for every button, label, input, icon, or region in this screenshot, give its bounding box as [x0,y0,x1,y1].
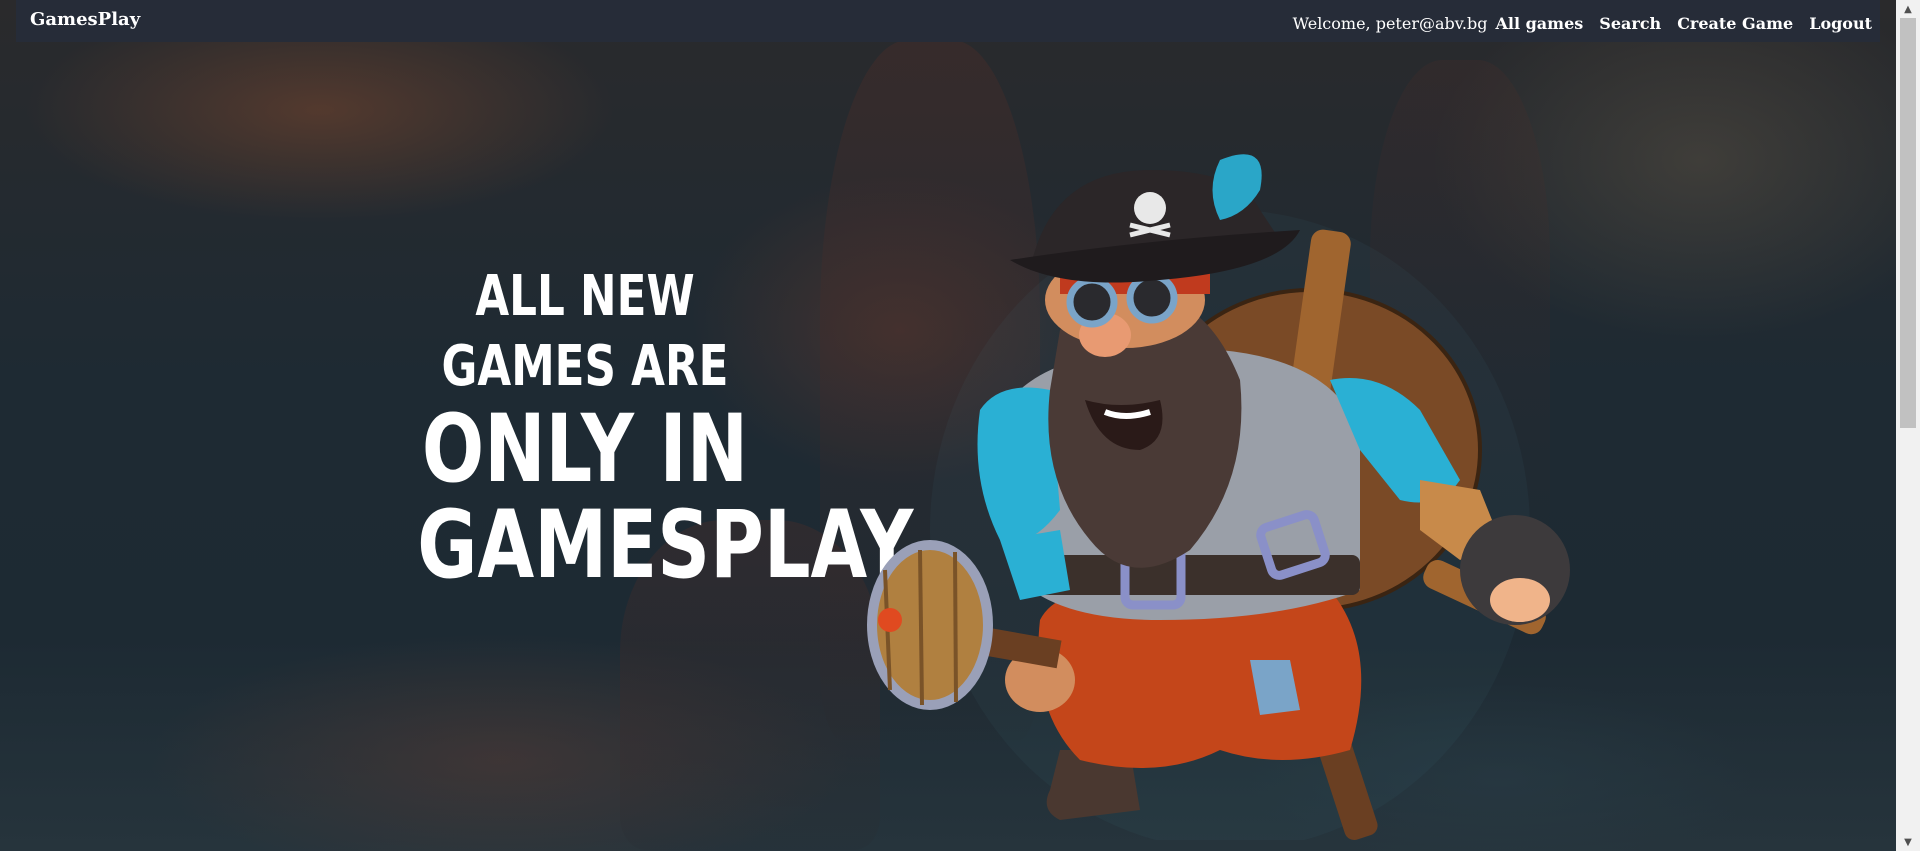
welcome-message: Welcome, peter@abv.bg [1292,13,1488,33]
scrollbar-thumb[interactable] [1900,18,1916,428]
hero-headline: ALL NEW GAMES ARE ONLY IN GAMESPLAY [417,262,914,600]
top-navbar: GamesPlay Welcome, peter@abv.bg All game… [16,0,1880,42]
scroll-down-arrow-icon[interactable]: ▼ [1896,833,1920,851]
nav-search-link[interactable]: Search [1599,14,1661,33]
nav-all-games-link[interactable]: All games [1495,14,1583,33]
user-nav: Welcome, peter@abv.bg All games Search C… [1293,14,1872,33]
hero-line-2: ONLY IN [421,395,749,504]
vertical-scrollbar[interactable]: ▲ ▼ [1896,0,1920,851]
hero-line-3: GAMESPLAY [417,491,914,600]
hero-line-1: ALL NEW GAMES ARE [441,264,729,399]
home-page: GamesPlay Welcome, peter@abv.bg All game… [0,0,1920,851]
pirate-dwarf-character-image [867,154,1570,840]
nav-logout-link[interactable]: Logout [1809,14,1872,33]
scroll-up-arrow-icon[interactable]: ▲ [1896,0,1920,18]
brand-logo-link[interactable]: GamesPlay [30,9,140,30]
nav-create-game-link[interactable]: Create Game [1677,14,1793,33]
